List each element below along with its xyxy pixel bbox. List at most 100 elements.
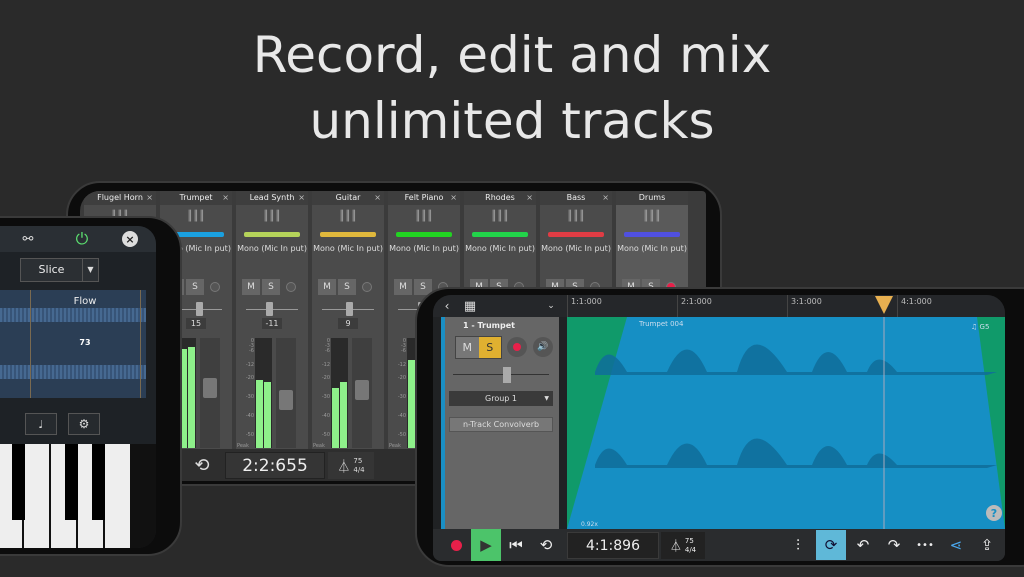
meter-scale-label: -30	[245, 394, 254, 400]
record-button[interactable]	[441, 529, 471, 561]
channel-name[interactable]: Flugel Horn ×	[84, 191, 156, 205]
volume-fader[interactable]	[276, 338, 296, 448]
mute-button[interactable]: M	[456, 337, 479, 358]
clip-key: ♫ G5	[971, 323, 990, 331]
time-display: 2:2:655	[225, 452, 325, 479]
input-select[interactable]: Mono (Mic In put)	[388, 243, 460, 254]
loop-button[interactable]: ⟲	[188, 453, 216, 477]
close-icon[interactable]: ×	[374, 191, 381, 205]
solo-button[interactable]: S	[186, 279, 204, 295]
close-icon[interactable]: ×	[122, 231, 138, 247]
headline-line-2: unlimited tracks	[309, 92, 715, 150]
help-icon[interactable]: ?	[986, 505, 1002, 521]
signature: 4/4	[353, 465, 365, 474]
power-icon[interactable]: ⏻	[72, 229, 92, 249]
volume-value: 15	[186, 318, 206, 329]
waveform-icon: ║║║	[566, 211, 586, 222]
chevron-down-icon[interactable]: ⌄	[543, 297, 559, 315]
channel-name[interactable]: Lead Synth ×	[236, 191, 308, 205]
volume-fader[interactable]	[200, 338, 220, 448]
speaker-icon[interactable]: 🔊	[533, 337, 553, 357]
channel-name[interactable]: Rhodes ×	[464, 191, 536, 205]
grid-icon[interactable]: ▦	[461, 297, 479, 315]
channel-color	[472, 232, 528, 237]
track-header: 1 - Trumpet M S 🔊 Group 1 ▼ n-Track Convo…	[441, 317, 559, 529]
meter-scale-label: -40	[245, 413, 254, 419]
volume-slider[interactable]	[453, 374, 549, 375]
channel-name[interactable]: Bass ×	[540, 191, 612, 205]
clip-name[interactable]: Trumpet 004	[639, 320, 683, 328]
meter-scale-label: -30	[397, 394, 406, 400]
redo-icon[interactable]: ↷	[880, 529, 908, 561]
input-select[interactable]: Mono (Mic In put)	[312, 243, 384, 254]
pan-handle[interactable]	[346, 302, 353, 316]
pad-label: Flow	[73, 296, 97, 307]
pad-73[interactable]: 73	[32, 338, 138, 347]
close-icon[interactable]: ×	[526, 191, 533, 205]
piano-keyboard[interactable]	[0, 444, 156, 548]
pan-handle[interactable]	[266, 302, 273, 316]
meter-scale-label: -6	[401, 348, 406, 354]
meter-scale-label: -40	[321, 413, 330, 419]
level-meter	[331, 338, 348, 448]
more-icon[interactable]: •••	[911, 529, 939, 561]
waveform-icon: ║║║	[338, 211, 358, 222]
close-icon[interactable]: ×	[146, 191, 153, 205]
rewind-button[interactable]: ⏮	[501, 529, 531, 561]
back-icon[interactable]: ‹	[439, 297, 455, 315]
volume-fader[interactable]	[352, 338, 372, 448]
level-meter	[255, 338, 272, 448]
ruler-label: 2:1:000	[677, 295, 787, 317]
record-arm-button[interactable]	[362, 282, 372, 292]
play-button[interactable]: ▶	[471, 529, 501, 561]
channel-strip: Lead Synth × ║║║ Mono (Mic In put) MS -11…	[236, 191, 308, 449]
undo-icon[interactable]: ↶	[849, 529, 877, 561]
record-arm-button[interactable]	[210, 282, 220, 292]
sampler-screen: ⚯ ⏻ × Slice ▼ Flow 72 73 ♩ ⚙	[0, 226, 156, 548]
pad-72[interactable]: 72	[0, 338, 30, 347]
clip-area[interactable]: Trumpet 004 ♫ G5 0.92x ?	[567, 317, 1005, 529]
mixer-icon[interactable]: ⫶	[783, 529, 813, 561]
waveform-icon: ║║║	[642, 211, 662, 222]
channel-name[interactable]: Guitar ×	[312, 191, 384, 205]
input-select[interactable]: Mono (Mic In put)	[464, 243, 536, 254]
metronome-button[interactable]: ⏃ 75 4/4	[661, 532, 705, 559]
track-name[interactable]: 1 - Trumpet	[463, 321, 515, 330]
solo-button[interactable]: S	[262, 279, 280, 295]
note-settings-button[interactable]: ♩	[25, 413, 57, 435]
close-icon[interactable]: ×	[602, 191, 609, 205]
waveform-icon: ║║║	[186, 211, 206, 222]
close-icon[interactable]: ×	[222, 191, 229, 205]
share-icon[interactable]: ⋖	[942, 529, 970, 561]
gear-icon[interactable]: ⚙	[68, 413, 100, 435]
effect-slot[interactable]: n-Track Convolverb	[449, 417, 553, 432]
loop-mode-button[interactable]: ⟳	[816, 530, 846, 560]
loop-button[interactable]: ⟲	[531, 529, 561, 561]
chevron-down-icon: ▼	[544, 395, 549, 402]
group-dropdown[interactable]: Group 1 ▼	[449, 391, 553, 406]
input-select[interactable]: Mono (Mic In put)	[540, 243, 612, 254]
routing-icon[interactable]: ⚯	[18, 229, 38, 249]
record-arm-button[interactable]	[286, 282, 296, 292]
close-icon[interactable]: ×	[450, 191, 457, 205]
mode-dropdown[interactable]: Slice ▼	[20, 258, 99, 282]
input-select[interactable]: Mono (Mic In put)	[616, 243, 688, 254]
mute-button[interactable]: M	[394, 279, 412, 295]
input-select[interactable]: Mono (Mic In put)	[236, 243, 308, 254]
metronome-button[interactable]: ⏃ 75 4/4	[328, 452, 374, 479]
slice-pads: Flow 72 73	[0, 290, 146, 398]
playhead-marker[interactable]	[875, 296, 893, 314]
solo-button[interactable]: S	[478, 337, 501, 358]
channel-name[interactable]: Felt Piano ×	[388, 191, 460, 205]
waveform-icon: ║║║	[262, 211, 282, 222]
record-arm-button[interactable]	[507, 337, 527, 357]
channel-name[interactable]: Trumpet ×	[160, 191, 232, 205]
mute-button[interactable]: M	[242, 279, 260, 295]
solo-button[interactable]: S	[338, 279, 356, 295]
close-icon[interactable]: ×	[298, 191, 305, 205]
pan-handle[interactable]	[196, 302, 203, 316]
channel-name[interactable]: Drums	[616, 191, 688, 205]
mute-button[interactable]: M	[318, 279, 336, 295]
export-icon[interactable]: ⇪	[973, 529, 1001, 561]
waveform-icon: ║║║	[414, 211, 434, 222]
